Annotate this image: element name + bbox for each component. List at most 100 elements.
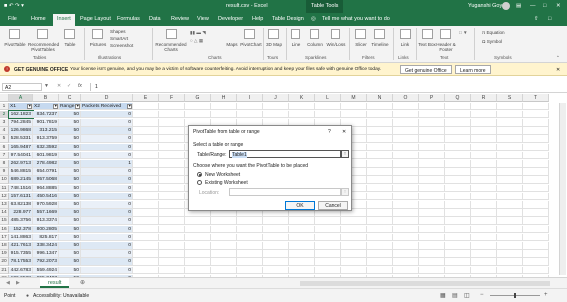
column-header[interactable]: P xyxy=(419,94,445,102)
grid-cell[interactable] xyxy=(263,225,289,234)
column-header[interactable]: J xyxy=(263,94,289,102)
3d-map-icon[interactable] xyxy=(268,29,279,39)
pivottable-button[interactable]: PivotTable xyxy=(2,42,28,47)
grid-cell[interactable] xyxy=(263,258,289,266)
grid-cell[interactable] xyxy=(497,118,523,127)
grid-cell[interactable] xyxy=(393,176,419,184)
grid-cell[interactable] xyxy=(393,217,419,225)
grid-cell[interactable] xyxy=(133,176,159,184)
grid-cell[interactable] xyxy=(237,102,263,111)
grid-cell[interactable] xyxy=(393,168,419,176)
grid-cell[interactable] xyxy=(471,159,497,168)
grid-cell[interactable] xyxy=(211,217,237,225)
grid-cell[interactable] xyxy=(445,176,471,184)
table-cell[interactable]: 278.4982 xyxy=(33,159,59,168)
grid-cell[interactable] xyxy=(237,110,263,119)
row-header[interactable]: 16 xyxy=(0,225,9,234)
table-cell[interactable]: 157.6131 xyxy=(9,192,33,201)
column-button[interactable]: Column xyxy=(304,42,326,47)
grid-cell[interactable] xyxy=(159,127,185,135)
grid-cell[interactable] xyxy=(445,135,471,143)
grid-cell[interactable] xyxy=(211,102,237,111)
grid-cell[interactable] xyxy=(263,266,289,275)
normal-view-icon[interactable]: ▦ xyxy=(440,292,446,299)
text-box-icon[interactable] xyxy=(422,29,433,39)
grid-cell[interactable] xyxy=(445,127,471,135)
equation-button[interactable]: π Equation xyxy=(482,30,505,35)
grid-cell[interactable] xyxy=(133,168,159,176)
grid-cell[interactable] xyxy=(419,127,445,135)
grid-cell[interactable] xyxy=(419,184,445,193)
grid-cell[interactable] xyxy=(471,233,497,242)
header-footer-icon[interactable] xyxy=(440,29,451,39)
table-cell[interactable]: 50 xyxy=(59,159,81,168)
grid-cell[interactable] xyxy=(523,110,549,119)
grid-cell[interactable] xyxy=(523,266,549,275)
table-cell[interactable]: 450.5416 xyxy=(33,192,59,201)
get-genuine-office-button[interactable]: Get genuine Office xyxy=(400,65,452,74)
grid-cell[interactable] xyxy=(289,250,315,258)
cancel-button[interactable]: Cancel xyxy=(318,201,348,210)
grid-cell[interactable] xyxy=(419,168,445,176)
table-cell[interactable]: 485.3756 xyxy=(9,217,33,225)
grid-cell[interactable] xyxy=(341,225,367,234)
grid-cell[interactable] xyxy=(237,233,263,242)
table-cell[interactable]: 50 xyxy=(59,176,81,184)
row-header[interactable]: 20 xyxy=(0,258,9,266)
column-header[interactable]: D xyxy=(81,94,133,102)
table-cell[interactable]: 228.977 xyxy=(9,209,33,217)
grid-cell[interactable] xyxy=(445,233,471,242)
grid-cell[interactable] xyxy=(419,233,445,242)
table-cell[interactable]: 632.3592 xyxy=(33,143,59,152)
cancel-icon[interactable]: ✕ xyxy=(57,83,61,89)
table-cell[interactable]: 792.2073 xyxy=(33,258,59,266)
grid-cell[interactable] xyxy=(263,241,289,250)
table-cell[interactable]: 0 xyxy=(81,209,133,217)
grid-cell[interactable] xyxy=(393,225,419,234)
grid-cell[interactable] xyxy=(497,184,523,193)
grid-cell[interactable] xyxy=(185,110,211,119)
grid-cell[interactable] xyxy=(367,184,393,193)
table-cell[interactable]: 50 xyxy=(59,209,81,217)
grid-cell[interactable] xyxy=(263,110,289,119)
grid-cell[interactable] xyxy=(133,200,159,209)
grid-cell[interactable] xyxy=(367,176,393,184)
comments-icon[interactable]: □ xyxy=(548,16,551,22)
pivotchart-button[interactable]: PivotChart xyxy=(240,42,262,47)
grid-cell[interactable] xyxy=(211,110,237,119)
grid-cell[interactable] xyxy=(393,258,419,266)
table-cell[interactable]: 50 xyxy=(59,241,81,250)
tab-formulas[interactable]: Formulas xyxy=(117,16,140,22)
grid-cell[interactable] xyxy=(445,241,471,250)
table-range-input[interactable]: Table1 xyxy=(229,150,341,158)
link-button[interactable]: Link xyxy=(396,42,414,47)
shapes-button[interactable]: Shapes xyxy=(110,29,126,34)
grid-cell[interactable] xyxy=(523,192,549,201)
sheet-tab-result[interactable]: result xyxy=(40,278,70,288)
minimize-icon[interactable]: — xyxy=(530,3,536,9)
restore-icon[interactable]: □ xyxy=(543,3,546,9)
grid-cell[interactable] xyxy=(393,143,419,152)
table-cell[interactable]: 601.9819 xyxy=(33,151,59,160)
grid-cell[interactable] xyxy=(263,217,289,225)
grid-cell[interactable] xyxy=(133,241,159,250)
table-cell[interactable]: 63.82138 xyxy=(9,200,33,209)
tab-help[interactable]: Help xyxy=(252,16,263,22)
grid-cell[interactable] xyxy=(133,192,159,201)
grid-cell[interactable] xyxy=(419,151,445,160)
winloss-sparkline-icon[interactable] xyxy=(331,29,340,39)
grid-cell[interactable] xyxy=(419,217,445,225)
grid-cell[interactable] xyxy=(497,217,523,225)
zoom-in-icon[interactable]: + xyxy=(544,292,548,298)
slicer-icon[interactable] xyxy=(355,29,366,39)
grid-cell[interactable] xyxy=(393,250,419,258)
row-header[interactable]: 6 xyxy=(0,143,9,152)
grid-cell[interactable] xyxy=(341,266,367,275)
grid-cell[interactable] xyxy=(263,250,289,258)
grid-cell[interactable] xyxy=(133,258,159,266)
grid-cell[interactable] xyxy=(497,159,523,168)
grid-cell[interactable] xyxy=(367,159,393,168)
column-header[interactable]: C xyxy=(59,94,81,102)
grid-cell[interactable] xyxy=(211,250,237,258)
table-cell[interactable]: 50 xyxy=(59,266,81,275)
